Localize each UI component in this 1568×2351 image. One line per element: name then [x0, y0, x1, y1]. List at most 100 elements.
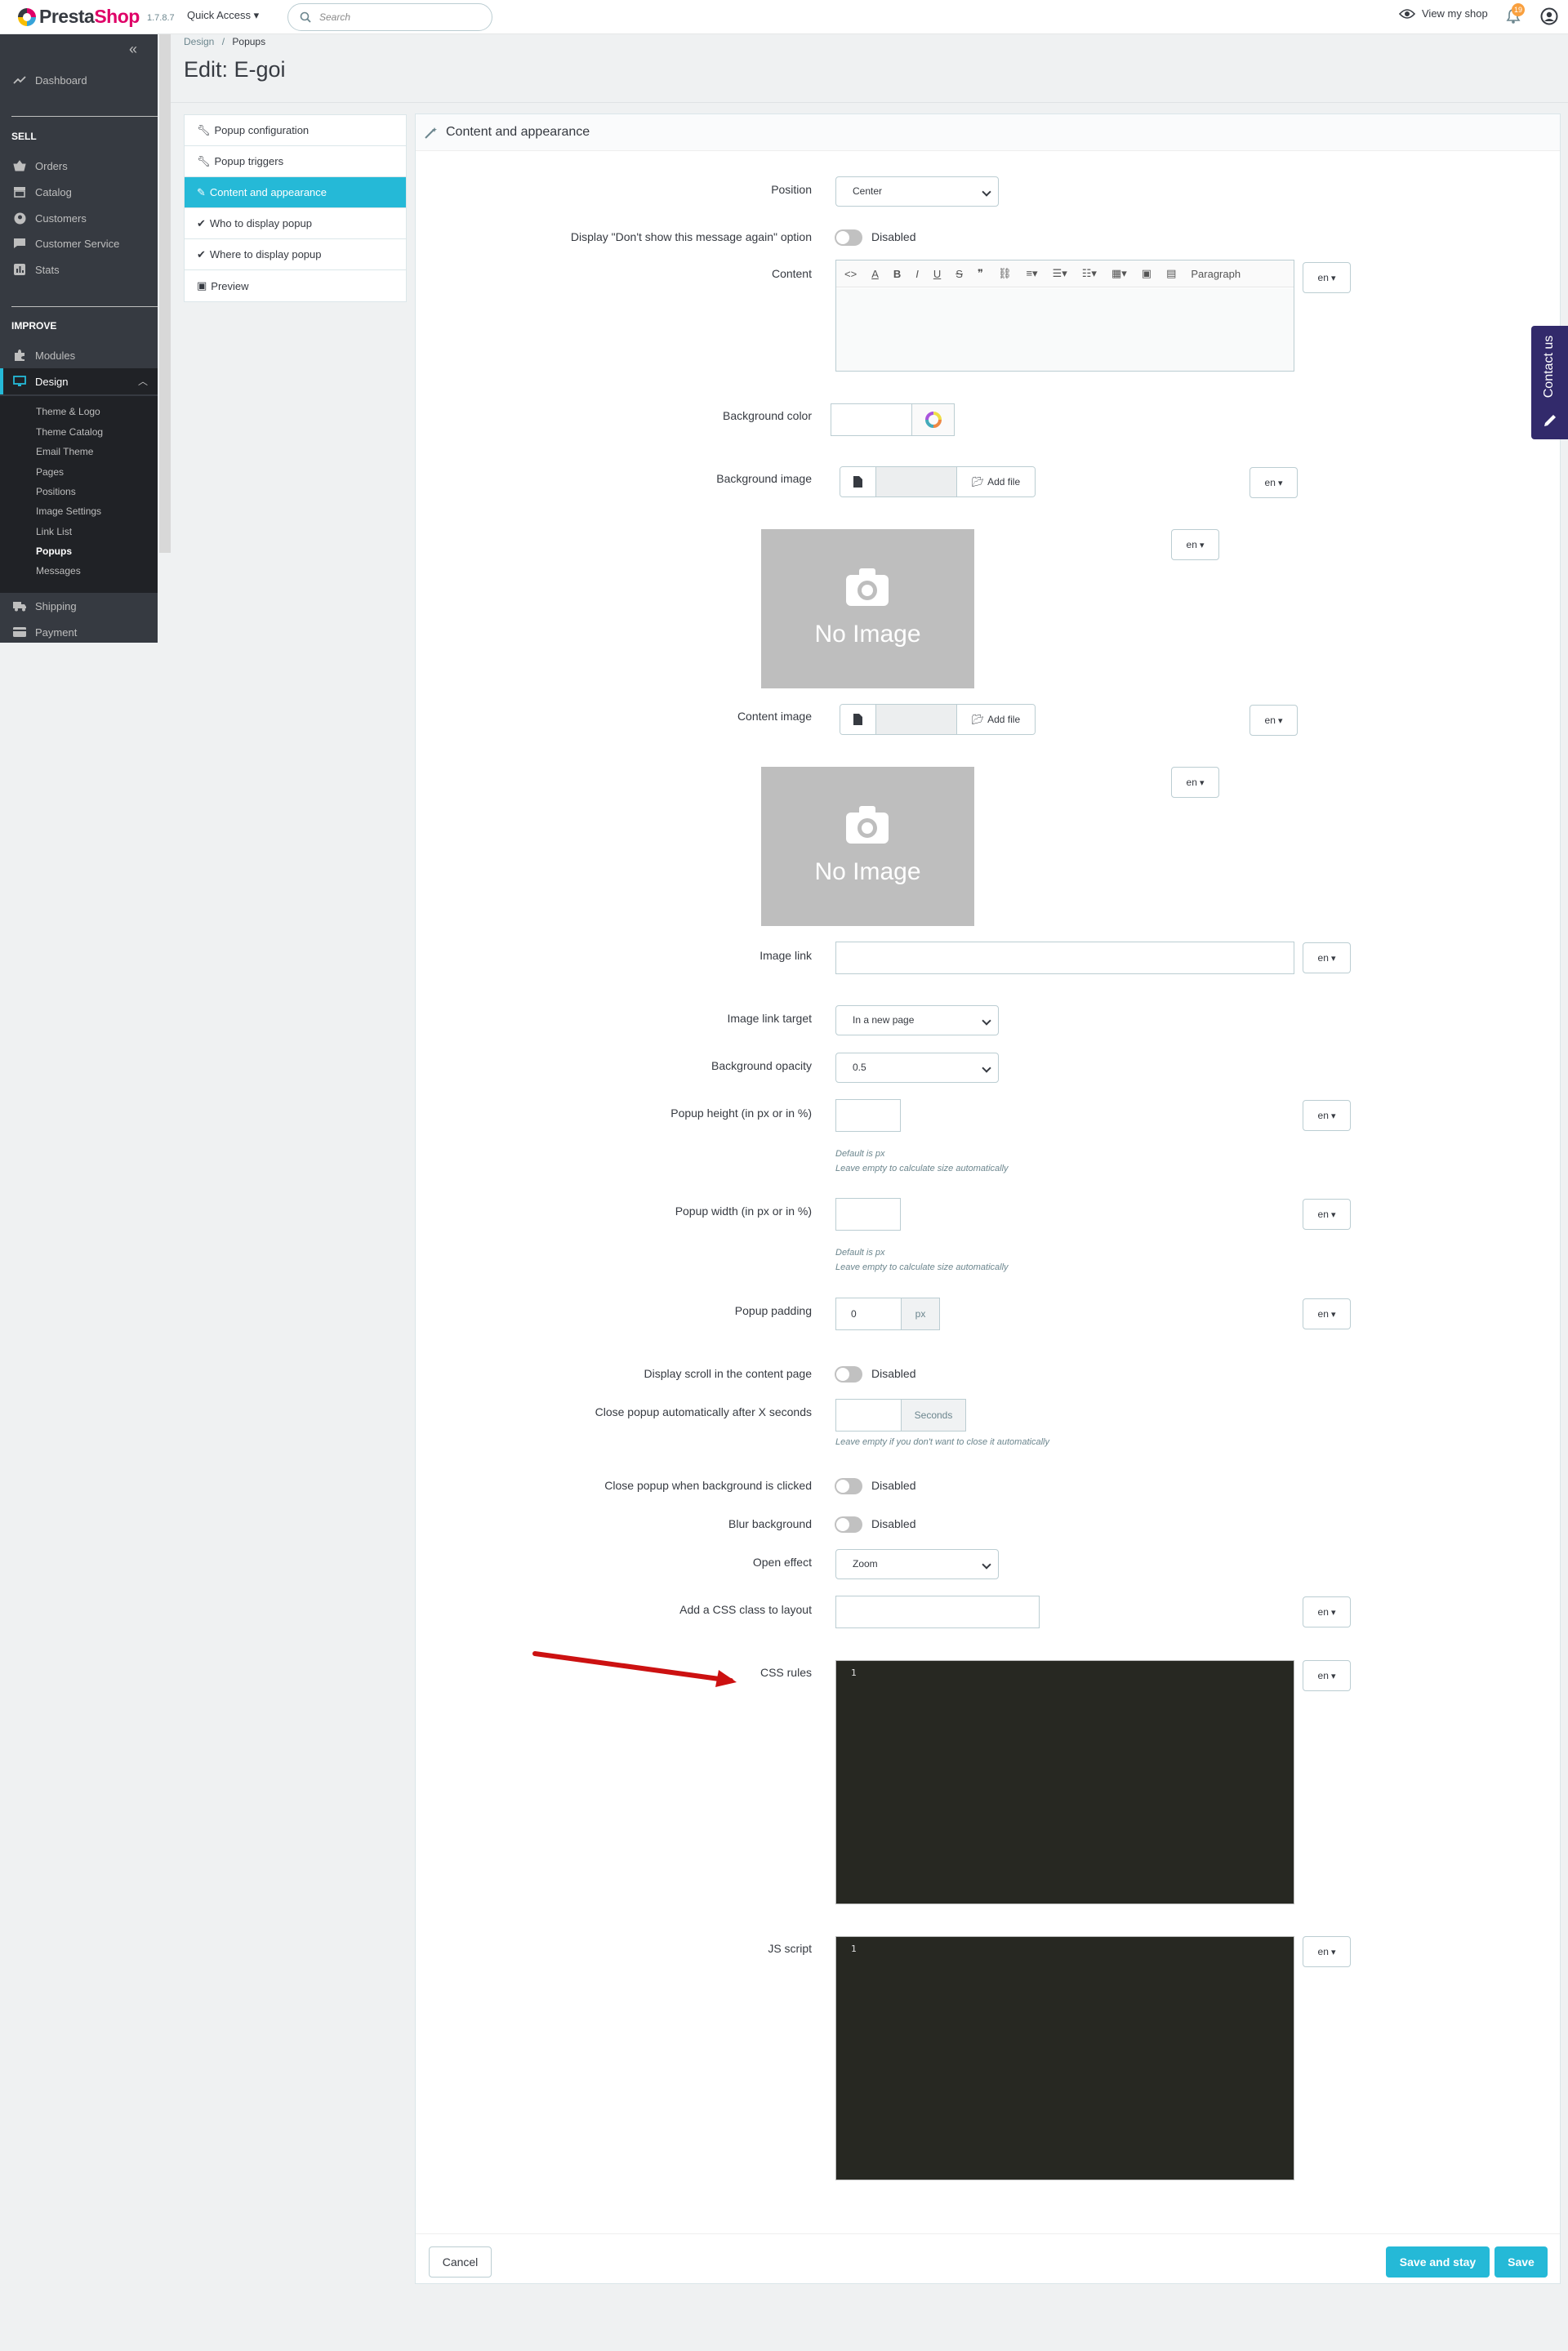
submenu-item-pages[interactable]: Pages: [36, 466, 64, 478]
sidebar-scrollbar[interactable]: [158, 34, 171, 553]
tab-content-and-appearance[interactable]: ✎ Content and appearance: [185, 177, 406, 208]
collapse-sidebar-icon[interactable]: «: [129, 41, 137, 58]
background-image-language-button[interactable]: en: [1250, 467, 1298, 498]
text-color-icon[interactable]: A: [871, 268, 879, 280]
help-leave-empty: Leave empty to calculate size automatica…: [835, 1262, 1009, 1272]
submenu-item-popups[interactable]: Popups: [36, 545, 72, 557]
background-image-file-input[interactable]: 📂︎ Add file: [840, 466, 1036, 497]
close-seconds-input[interactable]: [835, 1399, 902, 1432]
background-image-label: Background image: [716, 472, 812, 485]
image-link-target-select[interactable]: In a new page: [835, 1005, 999, 1035]
css-rules-code-editor[interactable]: 1: [835, 1660, 1294, 1904]
save-and-stay-button[interactable]: Save and stay: [1386, 2246, 1490, 2278]
css-class-label: Add a CSS class to layout: [679, 1603, 812, 1616]
underline-icon[interactable]: U: [933, 268, 941, 280]
sidebar-item-shipping[interactable]: Shipping: [0, 593, 158, 619]
content-image-language-button[interactable]: en: [1250, 705, 1298, 736]
position-select[interactable]: Center: [835, 176, 999, 207]
bold-icon[interactable]: B: [893, 268, 901, 280]
sidebar-item-payment[interactable]: Payment: [0, 619, 158, 645]
popup-height-input[interactable]: [835, 1099, 901, 1132]
bullet-list-icon[interactable]: ☰▾: [1053, 267, 1067, 280]
quick-access-dropdown[interactable]: Quick Access ▾: [187, 9, 259, 22]
submenu-item-messages[interactable]: Messages: [36, 565, 81, 577]
popup-padding-input[interactable]: 0: [835, 1298, 902, 1330]
tab-popup-configuration[interactable]: 🔧︎ Popup configuration: [185, 115, 406, 146]
open-effect-select[interactable]: Zoom: [835, 1549, 999, 1579]
submenu-item-image-settings[interactable]: Image Settings: [36, 505, 101, 517]
sidebar-item-design[interactable]: Design ︿: [0, 368, 158, 394]
account-icon[interactable]: [1540, 7, 1558, 25]
sidebar-item-customers[interactable]: Customers: [0, 205, 158, 231]
search-input[interactable]: Search: [287, 3, 492, 31]
submenu-item-theme-catalog[interactable]: Theme Catalog: [36, 426, 103, 438]
tab-where-to-display-popup[interactable]: ✔ Where to display popup: [185, 239, 406, 270]
image-link-input[interactable]: [835, 942, 1294, 974]
numbered-list-icon[interactable]: ☷▾: [1082, 267, 1097, 280]
popup-width-input[interactable]: [835, 1198, 901, 1231]
content-image-preview-language-button[interactable]: en: [1171, 767, 1219, 798]
picture-icon: ▣: [197, 279, 207, 292]
page-title: Edit: E-goi: [184, 57, 286, 82]
image-icon[interactable]: ▣: [1142, 267, 1152, 280]
display-scroll-toggle[interactable]: [835, 1366, 862, 1383]
css-rules-language-button[interactable]: en: [1303, 1660, 1351, 1691]
brand-logo[interactable]: PrestaShop: [39, 6, 140, 28]
notifications-badge: 19: [1512, 3, 1525, 16]
sidebar-item-stats[interactable]: Stats: [0, 256, 158, 283]
close-on-background-click-toggle[interactable]: [835, 1478, 862, 1494]
wrench-icon: 🔧︎: [197, 123, 211, 136]
blur-background-toggle[interactable]: [835, 1516, 862, 1533]
strikethrough-icon[interactable]: S: [956, 268, 963, 280]
blockquote-icon[interactable]: ❞: [978, 267, 983, 280]
popup-padding-language-button[interactable]: en: [1303, 1298, 1351, 1329]
code-view-icon[interactable]: <>: [844, 268, 857, 280]
content-editor-body[interactable]: [836, 288, 1294, 371]
background-color-input[interactable]: [831, 403, 912, 436]
popup-height-language-button[interactable]: en: [1303, 1100, 1351, 1131]
breadcrumb-parent-link[interactable]: Design: [184, 36, 214, 47]
css-class-language-button[interactable]: en: [1303, 1596, 1351, 1627]
link-icon[interactable]: ⛓: [998, 267, 1012, 280]
submenu-item-email-theme[interactable]: Email Theme: [36, 446, 93, 457]
add-file-button[interactable]: 📂︎ Add file: [956, 705, 1035, 734]
js-script-code-editor[interactable]: 1: [835, 1936, 1294, 2180]
eye-icon: [1399, 8, 1415, 19]
sidebar-item-orders[interactable]: Orders: [0, 153, 158, 179]
sidebar-item-customer-service[interactable]: Customer Service: [0, 230, 158, 256]
sidebar-item-modules[interactable]: Modules: [0, 342, 158, 368]
sidebar-item-catalog[interactable]: Catalog: [0, 179, 158, 205]
color-picker-button[interactable]: [911, 403, 955, 436]
media-icon[interactable]: ▤: [1166, 267, 1176, 280]
pencil-icon: [1544, 415, 1556, 426]
tab-popup-triggers[interactable]: 🔧︎ Popup triggers: [185, 146, 406, 177]
background-opacity-select[interactable]: 0.5: [835, 1053, 999, 1083]
check-icon: ✔: [197, 216, 206, 229]
background-image-preview-language-button[interactable]: en: [1171, 529, 1219, 560]
add-file-button[interactable]: 📂︎ Add file: [956, 467, 1035, 496]
content-image-file-input[interactable]: 📂︎ Add file: [840, 704, 1036, 735]
prestashop-logo-icon[interactable]: [18, 8, 36, 26]
image-link-language-button[interactable]: en: [1303, 942, 1351, 973]
content-language-button[interactable]: en: [1303, 262, 1351, 293]
submenu-item-link-list[interactable]: Link List: [36, 526, 72, 537]
css-class-input[interactable]: [835, 1596, 1040, 1628]
tab-preview[interactable]: ▣ Preview: [185, 270, 406, 301]
table-icon[interactable]: ▦▾: [1111, 267, 1127, 280]
tab-label: Popup configuration: [214, 124, 310, 136]
save-button[interactable]: Save: [1494, 2246, 1548, 2278]
italic-icon[interactable]: I: [915, 268, 919, 280]
cancel-button[interactable]: Cancel: [429, 2246, 492, 2278]
submenu-item-positions[interactable]: Positions: [36, 486, 76, 497]
view-my-shop-link[interactable]: View my shop: [1399, 7, 1488, 20]
paragraph-format-select[interactable]: Paragraph: [1191, 268, 1241, 280]
align-icon[interactable]: ≡▾: [1026, 267, 1037, 280]
js-script-language-button[interactable]: en: [1303, 1936, 1351, 1967]
sidebar-item-dashboard[interactable]: Dashboard: [0, 67, 158, 93]
file-icon: [840, 705, 876, 734]
sidebar-item-label: Payment: [35, 626, 78, 639]
submenu-item-theme-logo[interactable]: Theme & Logo: [36, 406, 100, 417]
dont-show-option-toggle[interactable]: [835, 229, 862, 246]
popup-width-language-button[interactable]: en: [1303, 1199, 1351, 1230]
tab-who-to-display-popup[interactable]: ✔ Who to display popup: [185, 208, 406, 239]
